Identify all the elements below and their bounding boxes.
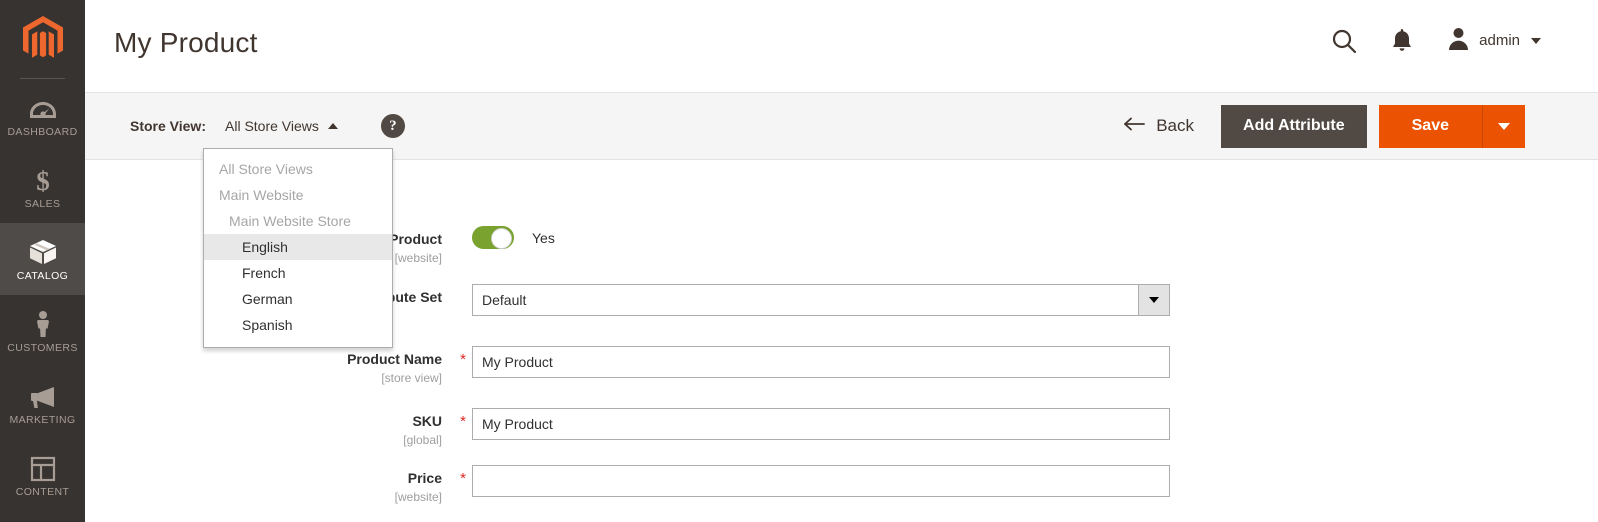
attribute-set-select[interactable]: Default bbox=[472, 284, 1170, 316]
attribute-set-value: Default bbox=[482, 292, 527, 308]
store-view-option-spanish[interactable]: Spanish bbox=[204, 312, 392, 338]
required-marker: * bbox=[460, 470, 466, 487]
toggle-state-label: Yes bbox=[532, 229, 555, 246]
store-view-dropdown-menu: All Store Views Main Website Main Websit… bbox=[203, 148, 393, 348]
save-split-button: Save bbox=[1378, 104, 1525, 148]
admin-sidebar: DASHBOARD $ SALES CATALOG CUSTOMERS MARK… bbox=[0, 0, 85, 522]
store-view-group-all: All Store Views bbox=[219, 161, 313, 177]
chevron-down-icon bbox=[1531, 37, 1541, 44]
save-options-toggle[interactable] bbox=[1482, 104, 1525, 148]
field-scope: [store view] bbox=[381, 371, 442, 385]
store-view-group-store: Main Website Store bbox=[229, 213, 351, 229]
chevron-down-icon[interactable] bbox=[1138, 285, 1169, 315]
sidebar-item-reports[interactable]: REPORTS bbox=[0, 511, 85, 522]
form-row: Product Name [store view] * bbox=[117, 346, 1170, 387]
sidebar-item-sales[interactable]: $ SALES bbox=[0, 151, 85, 223]
required-marker bbox=[454, 284, 472, 289]
field-scope: [global] bbox=[403, 433, 442, 447]
product-name-input[interactable] bbox=[472, 346, 1170, 378]
sidebar-item-label: CONTENT bbox=[15, 486, 70, 498]
required-marker bbox=[454, 226, 472, 231]
field-control: Default bbox=[472, 284, 1170, 316]
field-label: Product Name [store view] bbox=[117, 346, 454, 387]
header-actions: admin bbox=[1331, 26, 1541, 55]
chevron-up-icon bbox=[327, 123, 338, 129]
toolbar-actions: Back Add Attribute Save bbox=[1123, 93, 1525, 159]
magento-logo-icon bbox=[20, 14, 65, 64]
required-marker: * bbox=[460, 413, 466, 430]
dollar-icon: $ bbox=[26, 164, 60, 194]
sidebar-item-catalog[interactable]: CATALOG bbox=[0, 223, 85, 295]
save-button[interactable]: Save bbox=[1378, 104, 1482, 148]
price-input[interactable] bbox=[472, 465, 1170, 497]
store-view-switcher[interactable]: All Store Views bbox=[225, 118, 338, 134]
store-view-group-website: Main Website bbox=[219, 187, 304, 203]
field-control bbox=[472, 465, 1170, 497]
field-scope: [website] bbox=[394, 490, 442, 504]
box-icon bbox=[26, 236, 60, 266]
user-name-label: admin bbox=[1479, 32, 1520, 49]
chevron-down-icon bbox=[1498, 122, 1510, 130]
magento-admin-product-page: DASHBOARD $ SALES CATALOG CUSTOMERS MARK… bbox=[0, 0, 1598, 522]
admin-user-menu[interactable]: admin bbox=[1447, 26, 1541, 55]
dashboard-icon bbox=[26, 92, 60, 122]
svg-text:$: $ bbox=[36, 166, 50, 194]
sidebar-item-label: CATALOG bbox=[16, 270, 69, 282]
store-view-label: Store View: bbox=[130, 118, 206, 134]
field-control bbox=[472, 346, 1170, 378]
sidebar-item-customers[interactable]: CUSTOMERS bbox=[0, 295, 85, 367]
field-control bbox=[472, 408, 1170, 440]
form-row: Price [website] * bbox=[117, 465, 1170, 506]
page-title: My Product bbox=[114, 27, 258, 58]
field-control: Yes bbox=[472, 226, 555, 249]
search-icon[interactable] bbox=[1331, 28, 1357, 54]
sidebar-item-marketing[interactable]: MARKETING bbox=[0, 367, 85, 439]
magento-logo[interactable] bbox=[0, 0, 85, 78]
back-button[interactable]: Back bbox=[1123, 116, 1194, 136]
person-icon bbox=[26, 308, 60, 338]
megaphone-icon bbox=[26, 380, 60, 410]
sidebar-item-label: MARKETING bbox=[9, 414, 76, 426]
layout-icon bbox=[26, 452, 60, 482]
form-row: SKU [global] * bbox=[117, 408, 1170, 449]
back-label: Back bbox=[1156, 116, 1195, 135]
store-view-value: All Store Views bbox=[225, 118, 319, 134]
sidebar-item-dashboard[interactable]: DASHBOARD bbox=[0, 79, 85, 151]
sku-input[interactable] bbox=[472, 408, 1170, 440]
sidebar-item-label: SALES bbox=[24, 198, 61, 210]
enable-product-toggle[interactable] bbox=[472, 226, 514, 249]
arrow-left-icon bbox=[1123, 116, 1146, 136]
sidebar-item-label: DASHBOARD bbox=[7, 126, 78, 138]
store-view-option-english[interactable]: English bbox=[204, 234, 392, 260]
page-header: My Product admin bbox=[85, 0, 1598, 92]
user-avatar-icon bbox=[1447, 26, 1470, 55]
sidebar-item-content[interactable]: CONTENT bbox=[0, 439, 85, 511]
sidebar-item-label: CUSTOMERS bbox=[7, 342, 78, 354]
store-view-option-german[interactable]: German bbox=[204, 286, 392, 312]
add-attribute-button[interactable]: Add Attribute bbox=[1221, 104, 1367, 148]
field-label: Price [website] bbox=[117, 465, 454, 506]
question-mark-icon[interactable]: ? bbox=[380, 114, 405, 138]
field-label: SKU [global] bbox=[117, 408, 454, 449]
store-view-option-french[interactable]: French bbox=[204, 260, 392, 286]
bell-icon[interactable] bbox=[1391, 28, 1413, 54]
required-marker: * bbox=[460, 351, 466, 368]
